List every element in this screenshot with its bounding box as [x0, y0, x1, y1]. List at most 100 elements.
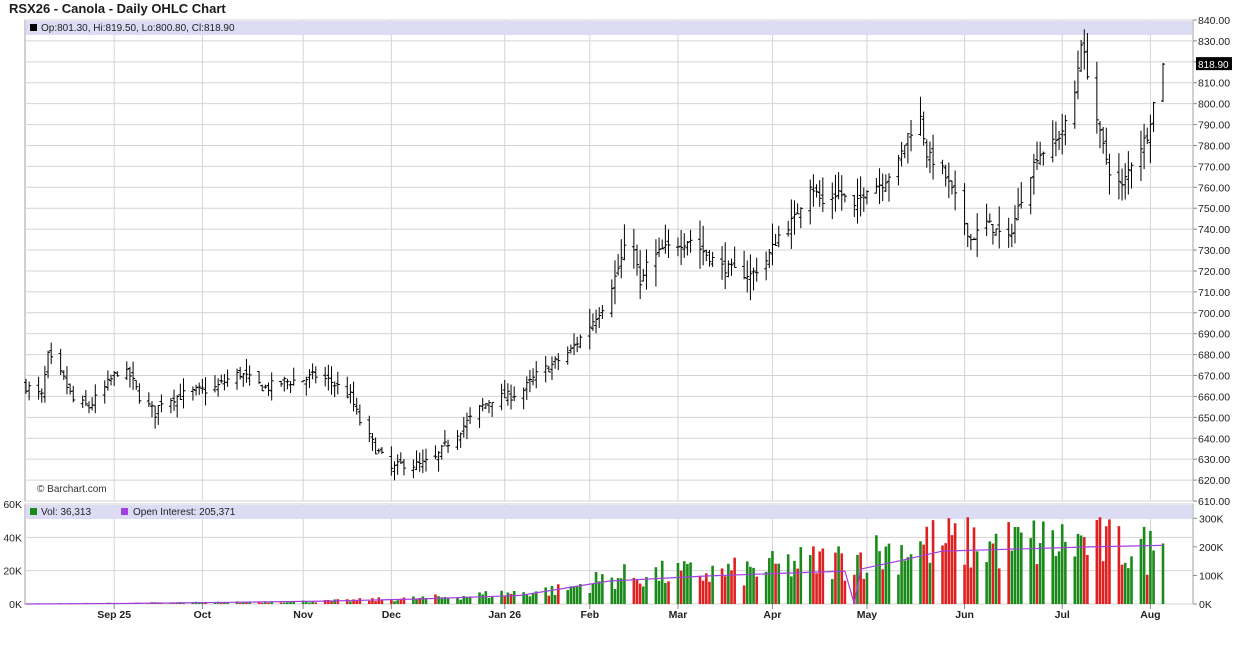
volume-bar	[843, 580, 847, 604]
volume-bar	[922, 544, 925, 604]
volume-bar	[490, 596, 494, 604]
volume-bar	[686, 564, 689, 604]
price-axis: 840.00830.00820.00810.00800.00790.00780.…	[1193, 15, 1230, 508]
volume-bar	[412, 596, 415, 604]
volume-bar	[944, 543, 947, 604]
volume-bar	[616, 578, 620, 604]
volume-bar	[900, 545, 903, 604]
volume-bar	[764, 571, 768, 604]
volume-bar	[396, 600, 399, 604]
date-tick-label: Aug	[1140, 609, 1160, 621]
volume-bar	[1042, 521, 1045, 604]
volume-bar	[1149, 531, 1152, 604]
volume-bar	[1130, 556, 1133, 604]
price-tick-label: 830.00	[1198, 36, 1230, 48]
volume-bar	[415, 599, 418, 604]
volume-bar	[632, 577, 636, 604]
volume-bar	[613, 589, 617, 604]
volume-bar	[544, 587, 547, 604]
volume-bar	[862, 578, 866, 604]
price-tick-label: 780.00	[1198, 140, 1230, 152]
date-tick-label: Nov	[293, 609, 313, 621]
volume-bar	[260, 602, 264, 604]
date-tick-label: May	[857, 609, 878, 621]
volume-bar	[282, 602, 286, 604]
volume-bar	[1101, 561, 1105, 604]
volume-bar	[314, 602, 318, 604]
volume-bar	[1032, 520, 1036, 604]
volume-bar	[500, 590, 503, 604]
volume-bar	[402, 597, 406, 604]
volume-bar	[799, 547, 803, 604]
volume-bar	[884, 546, 888, 604]
volume-bar	[755, 576, 759, 604]
volume-bar	[597, 581, 601, 604]
price-tick-label: 660.00	[1198, 391, 1230, 403]
date-tick-label: Mar	[669, 609, 688, 621]
price-tick-label: 690.00	[1198, 329, 1230, 341]
volume-bar	[859, 552, 862, 604]
volume-bar	[1010, 550, 1014, 604]
price-tick-label: 640.00	[1198, 433, 1230, 445]
volume-bar	[238, 602, 242, 604]
volume-bar	[903, 560, 907, 604]
date-tick-label: Apr	[763, 609, 781, 621]
price-tick-label: 750.00	[1198, 203, 1230, 215]
price-tick-label: 610.00	[1198, 496, 1230, 508]
volume-bar	[371, 598, 374, 604]
volume-bar	[437, 596, 440, 604]
volume-bar	[506, 592, 510, 604]
volume-legend-swatch	[30, 508, 37, 515]
volume-bar	[512, 591, 516, 604]
volume-bar	[723, 576, 727, 604]
volume-bar	[909, 554, 913, 604]
volume-bar	[875, 535, 878, 604]
volume-bar	[752, 567, 755, 604]
volume-bar	[727, 563, 730, 604]
volume-bar	[1105, 526, 1108, 604]
volume-bar	[928, 562, 932, 604]
volume-bar	[267, 602, 270, 604]
volume-bar	[349, 601, 352, 604]
volume-bar	[487, 597, 491, 604]
volume-bar	[311, 601, 314, 604]
volume-bar	[991, 543, 995, 604]
price-tick-label: 730.00	[1198, 245, 1230, 257]
volume-bar	[830, 579, 834, 604]
volume-bar	[579, 584, 582, 604]
volume-bar	[1139, 538, 1143, 604]
volume-bar	[478, 592, 481, 604]
volume-bar	[654, 567, 658, 604]
price-tick-label: 840.00	[1198, 15, 1230, 27]
volume-bar	[525, 594, 529, 604]
volume-bar	[950, 535, 954, 604]
oi-tick-label: 200K	[1199, 542, 1224, 554]
volume-bar	[619, 578, 623, 604]
volume-bar	[906, 557, 910, 604]
volume-left-axis: 60K 40K 20K 0K	[3, 499, 22, 611]
volume-bar	[749, 566, 752, 604]
date-tick-label: Feb	[580, 609, 599, 621]
volume-bar	[742, 585, 746, 604]
volume-bar	[308, 602, 311, 604]
volume-bar	[503, 595, 507, 604]
open-interest-legend: Open Interest: 205,371	[133, 507, 236, 518]
volume-bar	[667, 581, 670, 604]
volume-bar	[591, 583, 595, 604]
volume-bar	[679, 570, 683, 604]
volume-bar	[941, 545, 944, 604]
volume-tick-label: 60K	[3, 499, 22, 511]
date-axis: Sep 25 Oct Nov Dec Jan 26 Feb Mar Apr May Jun Jul A…	[97, 604, 1161, 621]
price-tick-label: 680.00	[1198, 350, 1230, 362]
volume-bar	[550, 586, 554, 604]
volume-bar	[768, 558, 771, 604]
volume-bar	[793, 560, 796, 604]
volume-bar	[531, 592, 535, 604]
volume-bar	[566, 590, 570, 604]
volume-bar	[1073, 556, 1077, 604]
volume-bar	[745, 561, 749, 604]
volume-tick-label: 20K	[3, 566, 22, 578]
volume-bar	[446, 597, 450, 604]
last-price-label: 818.90	[1198, 60, 1229, 71]
volume-bar	[333, 599, 336, 604]
